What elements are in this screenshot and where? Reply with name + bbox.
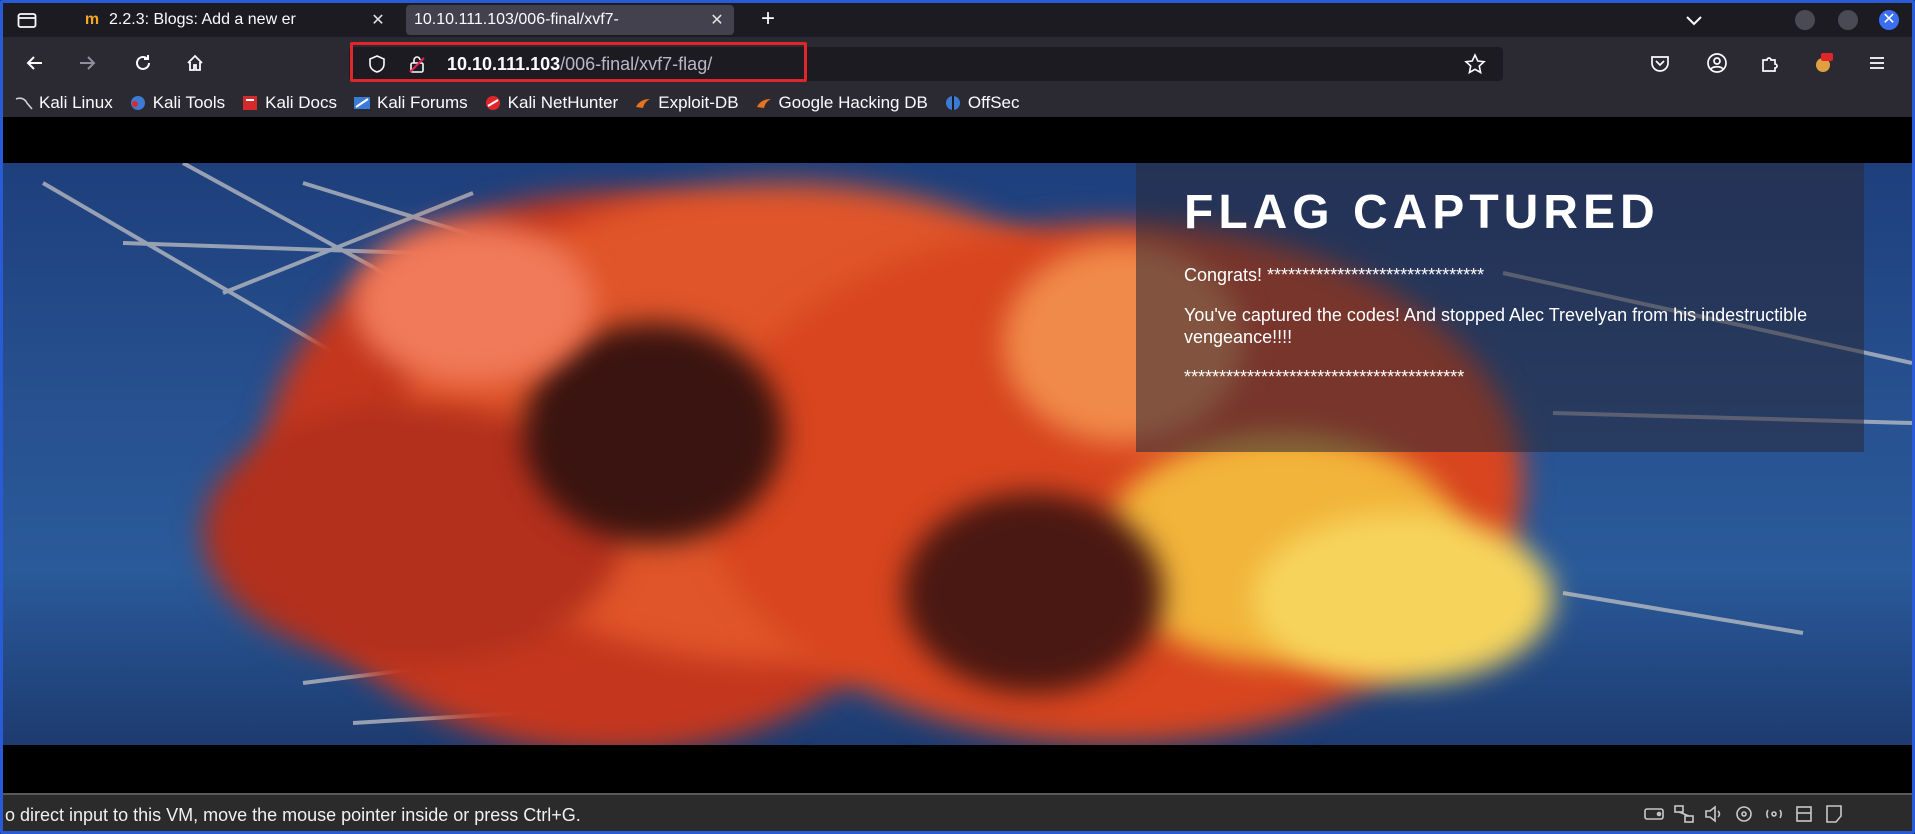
tab-flag-page[interactable]: 10.10.111.103/006-final/xvf7- ✕ bbox=[406, 5, 734, 35]
nethunter-icon bbox=[485, 96, 500, 110]
reload-icon bbox=[136, 55, 150, 70]
offsec-icon bbox=[945, 96, 960, 110]
bookmark-star-icon[interactable] bbox=[1464, 53, 1486, 75]
account-button[interactable] bbox=[1705, 51, 1729, 75]
pocket-button[interactable] bbox=[1648, 51, 1672, 75]
exploit-db-icon bbox=[636, 99, 651, 108]
new-tab-button[interactable]: + bbox=[755, 7, 781, 33]
network-icon[interactable] bbox=[1673, 803, 1695, 825]
minimize-button[interactable] bbox=[1795, 10, 1815, 30]
url-text[interactable]: 10.10.111.103/006-final/xvf7-flag/ bbox=[447, 54, 712, 75]
fire-blob bbox=[903, 493, 1163, 693]
moodle-icon: m bbox=[84, 11, 100, 28]
page-content: FLAG CAPTURED Congrats! ****************… bbox=[3, 117, 1912, 793]
tab-label: 2.2.3: Blogs: Add a new er bbox=[109, 11, 296, 28]
maximize-button[interactable] bbox=[1838, 10, 1858, 30]
chevron-down-icon bbox=[1686, 16, 1702, 26]
puzzle-piece-icon bbox=[1762, 57, 1778, 72]
url-host: 10.10.111.103 bbox=[447, 54, 561, 74]
bookmark-ghdb[interactable]: Google Hacking DB bbox=[755, 93, 928, 113]
forward-button[interactable] bbox=[73, 49, 101, 77]
bookmark-kali-forums[interactable]: Kali Forums bbox=[353, 93, 468, 113]
extensions-button[interactable] bbox=[1758, 51, 1782, 75]
tab-strip: m 2.2.3: Blogs: Add a new er ✕ 10.10.111… bbox=[3, 3, 1912, 37]
fire-blob bbox=[353, 223, 593, 383]
masked-flag-text: **************************************** bbox=[1184, 367, 1465, 387]
bookmark-kali-nethunter[interactable]: Kali NetHunter bbox=[484, 93, 619, 113]
browser-window: m 2.2.3: Blogs: Add a new er ✕ 10.10.111… bbox=[0, 0, 1915, 834]
kali-dragon-icon bbox=[15, 97, 33, 110]
vm-status-bar: o direct input to this VM, move the mous… bbox=[3, 793, 1912, 831]
captured-message: You've captured the codes! And stopped A… bbox=[1184, 305, 1808, 347]
usb-icon[interactable] bbox=[1763, 803, 1785, 825]
page-title: FLAG CAPTURED bbox=[1184, 186, 1660, 239]
home-icon bbox=[187, 54, 203, 71]
kali-docs-icon bbox=[243, 96, 258, 110]
close-window-button[interactable]: ✕ bbox=[1879, 10, 1899, 30]
bookmark-exploit-db[interactable]: Exploit-DB bbox=[634, 93, 739, 113]
display-icon[interactable] bbox=[1793, 803, 1815, 825]
extension-badge-button[interactable] bbox=[1811, 51, 1835, 75]
shield-icon bbox=[369, 55, 385, 73]
hard-disk-icon[interactable] bbox=[1643, 803, 1665, 825]
hamburger-menu-icon bbox=[1870, 57, 1884, 69]
insecure-lock-icon bbox=[409, 56, 425, 73]
extension-badge-icon bbox=[1816, 53, 1833, 72]
bookmark-label: Kali Docs bbox=[265, 93, 337, 112]
bookmark-label: Google Hacking DB bbox=[778, 93, 928, 112]
bookmark-kali-docs[interactable]: Kali Docs bbox=[241, 93, 337, 113]
bookmark-label: Kali NetHunter bbox=[507, 93, 619, 112]
home-button[interactable] bbox=[181, 49, 209, 77]
shared-folder-icon[interactable] bbox=[1733, 803, 1755, 825]
ghdb-icon bbox=[756, 99, 771, 108]
tab-list-button[interactable] bbox=[13, 7, 41, 33]
bookmark-label: OffSec bbox=[967, 93, 1020, 112]
bookmark-label: Kali Linux bbox=[39, 93, 113, 112]
arrow-right-icon bbox=[80, 56, 96, 70]
notes-icon[interactable] bbox=[1823, 803, 1845, 825]
nav-toolbar: 10.10.111.103/006-final/xvf7-flag/ bbox=[3, 37, 1912, 89]
tab-close-icon[interactable]: ✕ bbox=[708, 10, 726, 30]
tab-label: 10.10.111.103/006-final/xvf7- bbox=[414, 11, 619, 28]
reload-button[interactable] bbox=[129, 49, 157, 77]
arrow-left-icon bbox=[26, 56, 42, 70]
tab-list-icon bbox=[17, 13, 37, 28]
back-button[interactable] bbox=[21, 49, 49, 77]
audio-icon[interactable] bbox=[1703, 803, 1725, 825]
bookmark-kali-tools[interactable]: Kali Tools bbox=[129, 93, 225, 113]
kali-forums-icon bbox=[353, 97, 370, 109]
account-icon bbox=[1707, 53, 1727, 73]
congrats-text: Congrats! ******************************… bbox=[1184, 265, 1485, 285]
tab-blogs[interactable]: m 2.2.3: Blogs: Add a new er ✕ bbox=[75, 5, 395, 35]
pocket-icon bbox=[1651, 56, 1669, 72]
bookmark-kali-linux[interactable]: Kali Linux bbox=[15, 93, 113, 113]
status-icons bbox=[1643, 803, 1845, 825]
tab-close-icon[interactable]: ✕ bbox=[369, 10, 387, 30]
status-message: o direct input to this VM, move the mous… bbox=[5, 805, 581, 825]
url-path: /006-final/xvf7-flag/ bbox=[560, 54, 713, 74]
bookmarks-toolbar: Kali Linux Kali Tools Kali Docs Kali For… bbox=[3, 89, 1912, 117]
address-bar[interactable]: 10.10.111.103/006-final/xvf7-flag/ bbox=[349, 47, 1503, 81]
list-all-tabs-button[interactable] bbox=[1683, 9, 1705, 31]
flag-message-panel: FLAG CAPTURED Congrats! ****************… bbox=[1136, 163, 1864, 452]
bookmark-offsec[interactable]: OffSec bbox=[944, 93, 1020, 113]
kali-tools-icon bbox=[130, 96, 145, 110]
fire-blob bbox=[1253, 513, 1553, 683]
bookmark-label: Exploit-DB bbox=[658, 93, 739, 112]
bookmark-label: Kali Tools bbox=[152, 93, 226, 112]
app-menu-button[interactable] bbox=[1865, 51, 1889, 75]
bookmark-label: Kali Forums bbox=[376, 93, 468, 112]
